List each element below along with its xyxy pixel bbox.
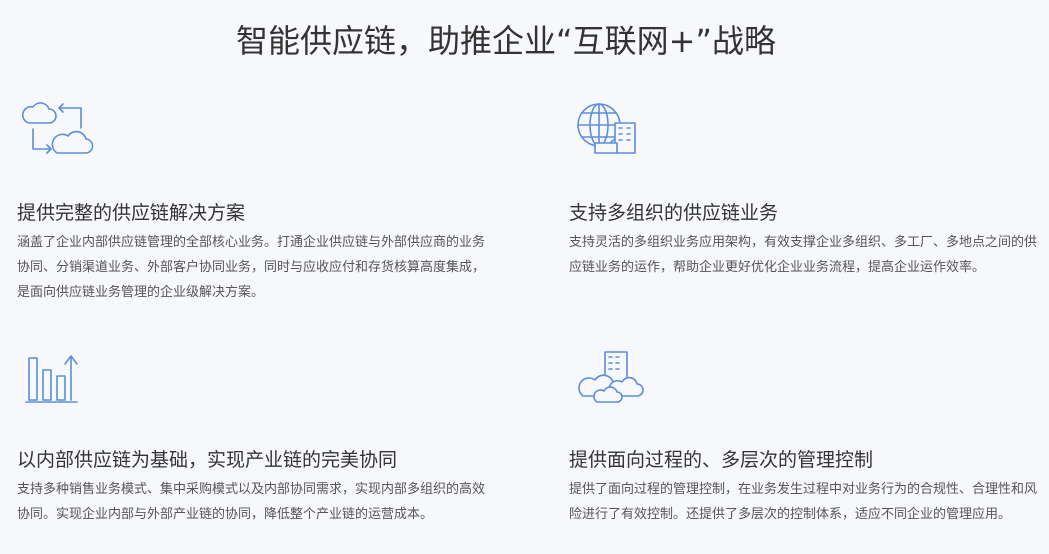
- feature-description: 支持灵活的多组织业务应用架构，有效支撑企业多组织、多工厂、多地点之间的供应链业务…: [569, 235, 1038, 275]
- feature-description: 提供了面向过程的管理控制，在业务发生过程中对业务行为的合规性、合理性和风险进行了…: [569, 482, 1038, 522]
- page: 智能供应链，助推企业“互联网+”战略 提供完整的供应链解决方案 涵盖了企业内部供…: [0, 0, 1049, 554]
- feature-heading: 提供完整的供应链解决方案: [17, 202, 246, 224]
- page-title: 智能供应链，助推企业“互联网+”战略: [236, 22, 776, 60]
- feature-complete-solution: 提供完整的供应链解决方案 涵盖了企业内部供应链管理的全部核心业务。打通企业供应链…: [17, 97, 497, 300]
- feature-heading: 以内部供应链为基础，实现产业链的完美协同: [17, 449, 398, 471]
- globe-building-icon: [569, 97, 649, 161]
- cloud-sync-icon: [17, 97, 97, 161]
- feature-description: 涵盖了企业内部供应链管理的全部核心业务。打通企业供应链与外部供应商的业务协同、分…: [17, 235, 486, 300]
- cloud-building-icon: [569, 344, 649, 408]
- feature-multi-org: 支持多组织的供应链业务 支持灵活的多组织业务应用架构，有效支撑企业多组织、多工厂…: [569, 97, 1049, 275]
- feature-description: 支持多种销售业务模式、集中采购模式以及内部协同需求，实现内部多组织的高效协同。实…: [17, 482, 486, 522]
- feature-industry-chain: 以内部供应链为基础，实现产业链的完美协同 支持多种销售业务模式、集中采购模式以及…: [17, 344, 497, 522]
- feature-heading: 支持多组织的供应链业务: [569, 202, 779, 224]
- feature-process-control: 提供面向过程的、多层次的管理控制 提供了面向过程的管理控制，在业务发生过程中对业…: [569, 344, 1049, 522]
- feature-heading: 提供面向过程的、多层次的管理控制: [569, 449, 874, 471]
- bar-chart-growth-icon: [17, 344, 97, 408]
